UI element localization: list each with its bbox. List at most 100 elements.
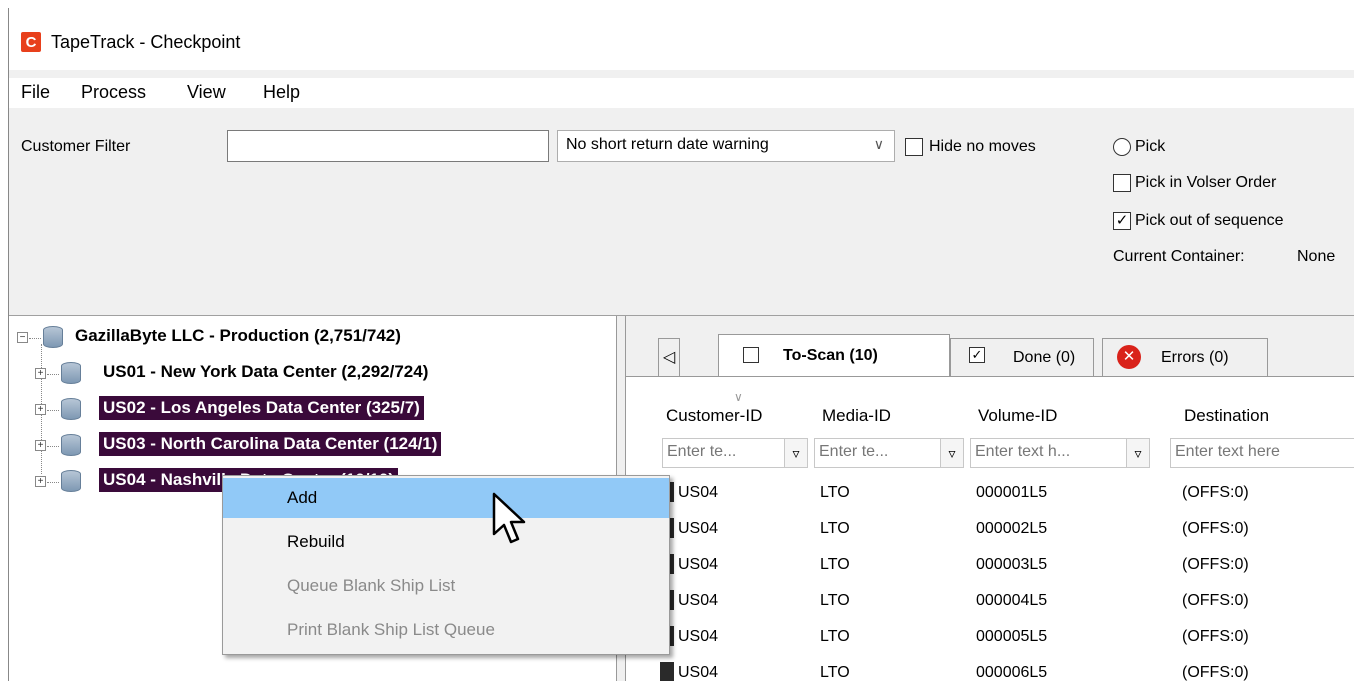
- tree-item-label: US01 - New York Data Center (2,292/724): [103, 362, 429, 381]
- tree-connector: [29, 338, 41, 339]
- cell-destination: (OFFS:0): [1182, 592, 1249, 609]
- hide-no-moves-checkbox[interactable]: [905, 138, 923, 156]
- window-title: TapeTrack - Checkpoint: [51, 32, 241, 52]
- expand-icon[interactable]: +: [35, 440, 46, 451]
- checkbox-checked-icon: ✓: [969, 347, 985, 363]
- sort-indicator-icon: ∨: [734, 390, 743, 404]
- cell-volume-id: 000001L5: [976, 484, 1048, 501]
- date-warning-select[interactable]: No short return date warning ∨: [557, 130, 895, 162]
- expand-icon[interactable]: +: [35, 368, 46, 379]
- pick-radio[interactable]: [1113, 138, 1131, 156]
- cell-media-id: LTO: [820, 628, 850, 645]
- context-menu-rebuild[interactable]: Rebuild: [223, 522, 669, 562]
- scan-panel: ◁ To-Scan (10) ✓ Done (0) ✕ Errors (0) C…: [625, 316, 1354, 681]
- volume-id-filter-input[interactable]: Enter text h...: [970, 438, 1130, 468]
- cell-destination: (OFFS:0): [1182, 664, 1249, 681]
- context-menu-queue-blank-ship-list: Queue Blank Ship List: [287, 576, 456, 595]
- tree-root[interactable]: − GazillaByte LLC - Production (2,751/74…: [17, 324, 617, 354]
- customer-filter-label: Customer Filter: [21, 138, 131, 155]
- destination-filter-input[interactable]: Enter text here: [1170, 438, 1354, 468]
- filter-icon[interactable]: ▿: [1126, 438, 1150, 468]
- menu-view[interactable]: View: [187, 82, 226, 103]
- tree-item-us03[interactable]: + US03 - North Carolina Data Center (124…: [35, 430, 615, 460]
- current-container-value: None: [1297, 248, 1336, 265]
- menu-bar: File Process View Help: [9, 78, 1354, 108]
- cell-customer-id: US04: [678, 556, 719, 573]
- tree-item-label: US03 - North Carolina Data Center (124/1…: [99, 432, 442, 456]
- filter-icon[interactable]: ▿: [940, 438, 964, 468]
- filter-icon[interactable]: ▿: [784, 438, 808, 468]
- database-icon: [43, 326, 63, 348]
- error-icon: ✕: [1117, 345, 1141, 369]
- context-menu-print-blank-ship-list-queue: Print Blank Ship List Queue: [287, 620, 495, 639]
- database-icon: [61, 434, 81, 456]
- cell-volume-id: 000003L5: [976, 556, 1048, 573]
- tab-to-scan[interactable]: To-Scan (10): [718, 334, 950, 376]
- cell-volume-id: 000004L5: [976, 592, 1048, 609]
- tab-errors-label: Errors (0): [1161, 349, 1229, 366]
- cell-volume-id: 000006L5: [976, 664, 1048, 681]
- expand-icon[interactable]: +: [35, 476, 46, 487]
- app-logo-icon: C: [21, 32, 41, 52]
- hide-no-moves-label: Hide no moves: [929, 138, 1036, 155]
- database-icon: [61, 362, 81, 384]
- checkbox-empty-icon: [743, 347, 759, 363]
- cell-customer-id: US04: [678, 520, 719, 537]
- menu-help[interactable]: Help: [263, 82, 300, 103]
- tab-scroll-left-button[interactable]: ◁: [658, 338, 680, 376]
- pick-out-of-sequence-label: Pick out of sequence: [1135, 212, 1284, 229]
- tree-item-label: US02 - Los Angeles Data Center (325/7): [99, 396, 424, 420]
- tree-connector: [47, 446, 59, 447]
- date-warning-select-value: No short return date warning: [566, 136, 769, 153]
- cell-destination: (OFFS:0): [1182, 484, 1249, 501]
- app-window: C TapeTrack - Checkpoint File Process Vi…: [8, 8, 1354, 681]
- context-menu: Add Rebuild Queue Blank Ship List Print …: [222, 475, 670, 655]
- cell-volume-id: 000002L5: [976, 520, 1048, 537]
- menu-file[interactable]: File: [21, 82, 50, 103]
- cell-destination: (OFFS:0): [1182, 628, 1249, 645]
- cell-destination: (OFFS:0): [1182, 556, 1249, 573]
- column-header-media-id[interactable]: Media-ID: [818, 400, 891, 434]
- pick-label: Pick: [1135, 138, 1166, 155]
- tab-to-scan-label: To-Scan (10): [783, 347, 878, 364]
- customer-filter-input[interactable]: [227, 130, 549, 162]
- tree-item-us02[interactable]: + US02 - Los Angeles Data Center (325/7): [35, 394, 615, 424]
- filter-toolbar: Customer Filter No short return date war…: [9, 108, 1354, 316]
- cell-media-id: LTO: [820, 664, 850, 681]
- tree-connector: [47, 482, 59, 483]
- tape-icon: [660, 662, 674, 681]
- media-id-filter-input[interactable]: Enter te...: [814, 438, 944, 468]
- context-menu-add[interactable]: Add: [223, 478, 669, 518]
- cell-destination: (OFFS:0): [1182, 520, 1249, 537]
- pick-in-volser-order-checkbox[interactable]: [1113, 174, 1131, 192]
- collapse-icon[interactable]: −: [17, 332, 28, 343]
- checkmark-icon: ✓: [1115, 212, 1129, 229]
- tree-item-us01[interactable]: + US01 - New York Data Center (2,292/724…: [35, 358, 615, 388]
- cell-media-id: LTO: [820, 484, 850, 501]
- expand-icon[interactable]: +: [35, 404, 46, 415]
- column-header-volume-id[interactable]: Volume-ID: [974, 400, 1057, 434]
- cell-media-id: LTO: [820, 592, 850, 609]
- cell-volume-id: 000005L5: [976, 628, 1048, 645]
- tree-connector: [47, 410, 59, 411]
- pick-out-of-sequence-checkbox[interactable]: ✓: [1113, 212, 1131, 230]
- column-header-destination[interactable]: Destination: [1180, 400, 1269, 434]
- triangle-left-icon: ◁: [662, 349, 676, 366]
- tab-errors[interactable]: ✕ Errors (0): [1102, 338, 1268, 376]
- menu-process[interactable]: Process: [81, 82, 146, 103]
- cell-customer-id: US04: [678, 484, 719, 501]
- chevron-down-icon: ∨: [873, 136, 884, 152]
- pick-in-volser-order-label: Pick in Volser Order: [1135, 174, 1277, 191]
- database-icon: [61, 398, 81, 420]
- title-bar: C TapeTrack - Checkpoint: [9, 8, 1354, 70]
- mouse-pointer-icon: [492, 492, 526, 544]
- cell-media-id: LTO: [820, 556, 850, 573]
- customer-id-filter-input[interactable]: Enter te...: [662, 438, 788, 468]
- cell-media-id: LTO: [820, 520, 850, 537]
- cell-customer-id: US04: [678, 592, 719, 609]
- tab-done-label: Done (0): [1013, 349, 1076, 366]
- database-icon: [61, 470, 81, 492]
- tab-done[interactable]: ✓ Done (0): [950, 338, 1094, 376]
- cell-customer-id: US04: [678, 628, 719, 645]
- column-header-customer-id[interactable]: Customer-ID: [662, 400, 762, 434]
